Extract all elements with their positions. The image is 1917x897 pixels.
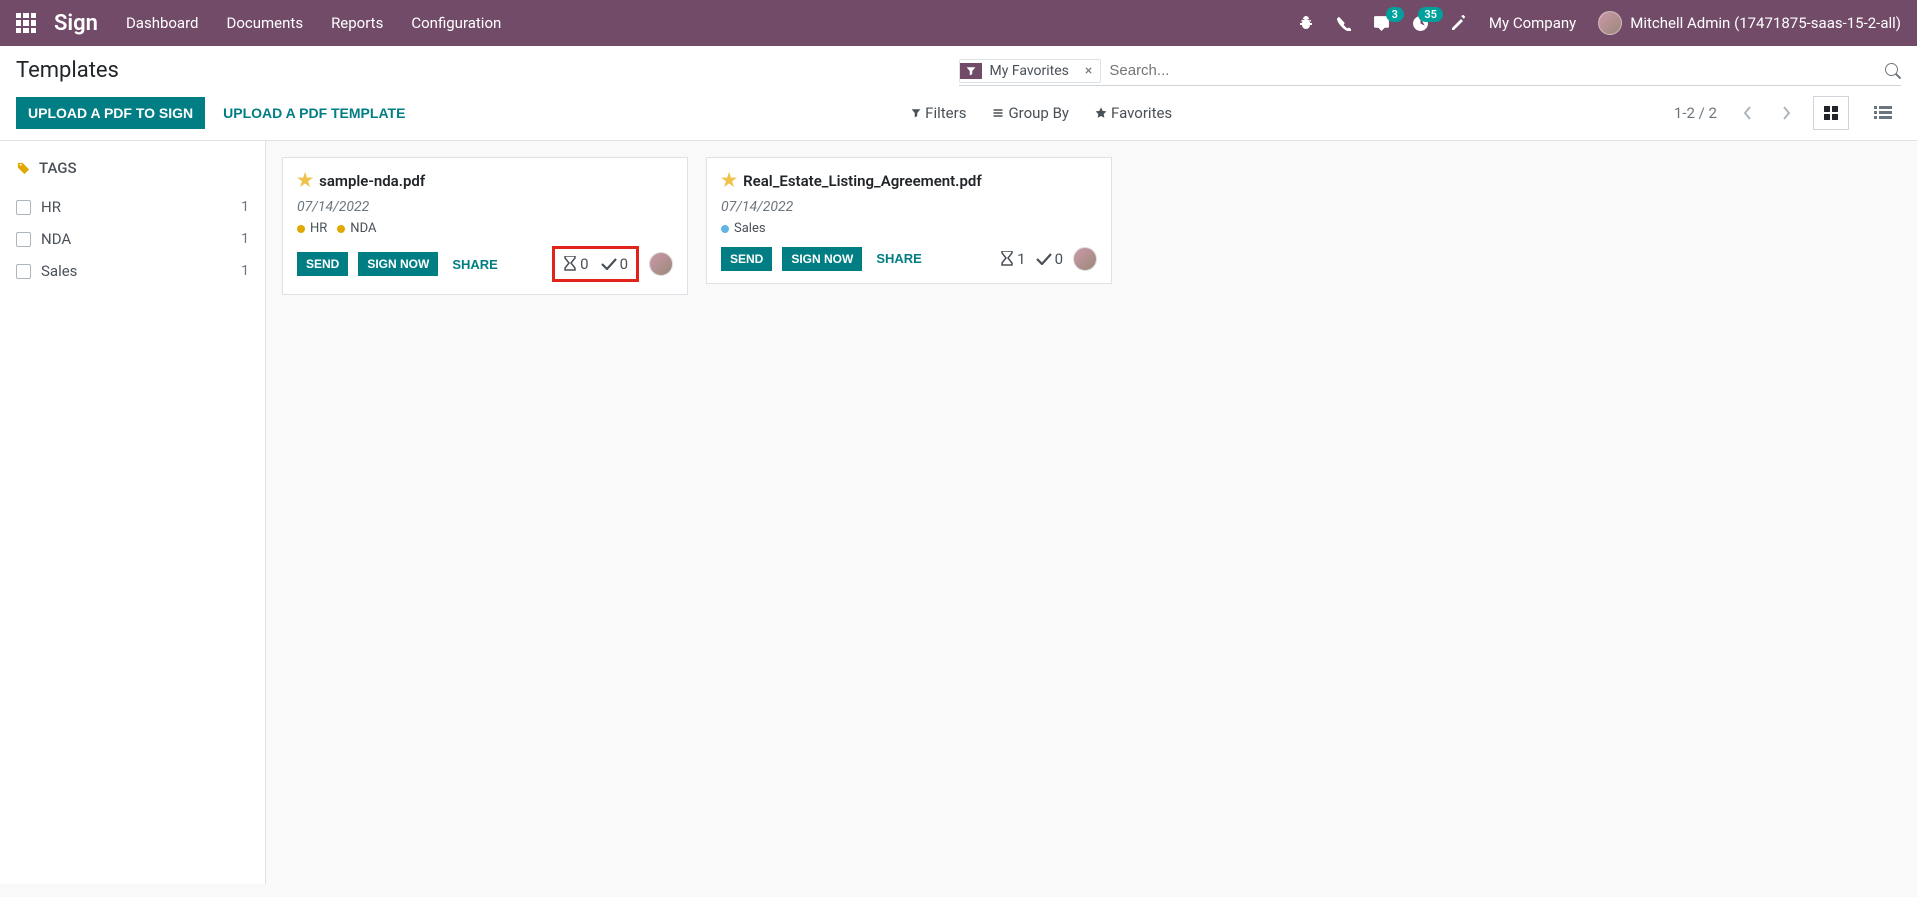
share-button[interactable]: SHARE <box>872 246 926 271</box>
check-icon <box>1036 253 1052 265</box>
apps-menu-icon[interactable] <box>16 13 36 33</box>
search-facet-label: My Favorites <box>982 60 1077 82</box>
favorites-dropdown[interactable]: Favorites <box>1095 104 1172 122</box>
app-brand[interactable]: Sign <box>54 11 98 36</box>
activities-icon[interactable]: 35 <box>1412 15 1429 32</box>
sidebar-item-sales[interactable]: Sales 1 <box>16 255 249 287</box>
groupby-label: Group By <box>1008 104 1069 122</box>
filter-icon <box>960 63 982 79</box>
sidebar: TAGS HR 1 NDA 1 Sales 1 <box>0 141 266 884</box>
funnel-icon <box>911 108 921 118</box>
sidebar-tags-header: TAGS <box>16 159 249 177</box>
sidebar-item-label: Sales <box>41 262 77 280</box>
favorite-star-icon[interactable]: ★ <box>297 170 313 191</box>
card-title: Real_Estate_Listing_Agreement.pdf <box>743 172 982 190</box>
favorites-label: Favorites <box>1111 104 1172 122</box>
responsible-avatar[interactable] <box>1073 247 1097 271</box>
template-card[interactable]: ★ Real_Estate_Listing_Agreement.pdf 07/1… <box>706 157 1112 284</box>
sidebar-item-count: 1 <box>241 263 249 279</box>
card-date: 07/14/2022 <box>297 199 673 215</box>
template-card[interactable]: ★ sample-nda.pdf 07/14/2022 HR NDA SEND … <box>282 157 688 295</box>
kanban-view-button[interactable] <box>1813 96 1849 130</box>
card-tag: NDA <box>337 221 376 236</box>
tools-icon[interactable] <box>1451 15 1467 31</box>
pager-next-button[interactable] <box>1775 102 1797 124</box>
checkbox-icon[interactable] <box>16 232 31 247</box>
remove-facet-button[interactable]: × <box>1077 60 1100 82</box>
nav-reports[interactable]: Reports <box>331 14 383 32</box>
nav-links: Dashboard Documents Reports Configuratio… <box>126 14 501 32</box>
check-icon <box>601 258 617 270</box>
checkbox-icon[interactable] <box>16 264 31 279</box>
card-title: sample-nda.pdf <box>319 172 425 190</box>
sidebar-item-label: HR <box>41 198 61 216</box>
send-button[interactable]: SEND <box>721 247 772 271</box>
card-stats-highlighted: 0 0 <box>552 246 639 282</box>
responsible-avatar[interactable] <box>649 252 673 276</box>
tag-icon <box>16 161 31 176</box>
activities-badge: 35 <box>1418 7 1443 22</box>
page-title: Templates <box>16 58 119 83</box>
send-button[interactable]: SEND <box>297 252 348 276</box>
pending-count[interactable]: 0 <box>563 255 588 273</box>
search-facet-favorites: My Favorites × <box>959 59 1102 83</box>
list-view-button[interactable] <box>1865 96 1901 130</box>
pager-prev-button[interactable] <box>1737 102 1759 124</box>
upload-pdf-sign-button[interactable]: UPLOAD A PDF TO SIGN <box>16 97 205 129</box>
sidebar-item-count: 1 <box>241 199 249 215</box>
sign-now-button[interactable]: SIGN NOW <box>358 252 438 276</box>
user-name: Mitchell Admin (17471875-saas-15-2-all) <box>1630 14 1901 32</box>
top-navbar: Sign Dashboard Documents Reports Configu… <box>0 0 1917 46</box>
hourglass-icon <box>1000 251 1014 267</box>
upload-pdf-template-button[interactable]: UPLOAD A PDF TEMPLATE <box>219 97 409 129</box>
card-date: 07/14/2022 <box>721 199 1097 215</box>
nav-documents[interactable]: Documents <box>227 14 304 32</box>
share-button[interactable]: SHARE <box>448 252 502 277</box>
nav-configuration[interactable]: Configuration <box>411 14 501 32</box>
user-menu[interactable]: Mitchell Admin (17471875-saas-15-2-all) <box>1598 11 1901 35</box>
pending-count[interactable]: 1 <box>1000 250 1025 268</box>
card-tag: Sales <box>721 221 766 236</box>
filters-label: Filters <box>925 104 966 122</box>
sidebar-item-hr[interactable]: HR 1 <box>16 191 249 223</box>
kanban-area: ★ sample-nda.pdf 07/14/2022 HR NDA SEND … <box>266 141 1917 884</box>
sign-now-button[interactable]: SIGN NOW <box>782 247 862 271</box>
filters-dropdown[interactable]: Filters <box>911 104 966 122</box>
search-bar[interactable]: My Favorites × <box>959 58 1902 86</box>
search-input[interactable] <box>1101 58 1885 83</box>
messaging-icon[interactable]: 3 <box>1373 15 1390 32</box>
favorite-star-icon[interactable]: ★ <box>721 170 737 191</box>
checkbox-icon[interactable] <box>16 200 31 215</box>
done-count[interactable]: 0 <box>1036 250 1063 268</box>
phone-icon[interactable] <box>1336 16 1351 31</box>
pager-text[interactable]: 1-2 / 2 <box>1674 104 1717 122</box>
star-icon <box>1095 107 1107 119</box>
nav-dashboard[interactable]: Dashboard <box>126 14 199 32</box>
sidebar-item-label: NDA <box>41 230 71 248</box>
search-icon[interactable] <box>1885 63 1901 79</box>
avatar-icon <box>1598 11 1622 35</box>
done-count[interactable]: 0 <box>601 255 628 273</box>
sidebar-item-nda[interactable]: NDA 1 <box>16 223 249 255</box>
company-name[interactable]: My Company <box>1489 14 1576 32</box>
sidebar-item-count: 1 <box>241 231 249 247</box>
card-tag: HR <box>297 221 327 236</box>
control-panel: Templates My Favorites × UPLOAD A PDF TO… <box>0 46 1917 141</box>
list-icon <box>992 107 1004 119</box>
messaging-badge: 3 <box>1386 7 1404 22</box>
bug-icon[interactable] <box>1298 15 1314 31</box>
groupby-dropdown[interactable]: Group By <box>992 104 1069 122</box>
hourglass-icon <box>563 256 577 272</box>
sidebar-tags-label: TAGS <box>39 159 77 177</box>
